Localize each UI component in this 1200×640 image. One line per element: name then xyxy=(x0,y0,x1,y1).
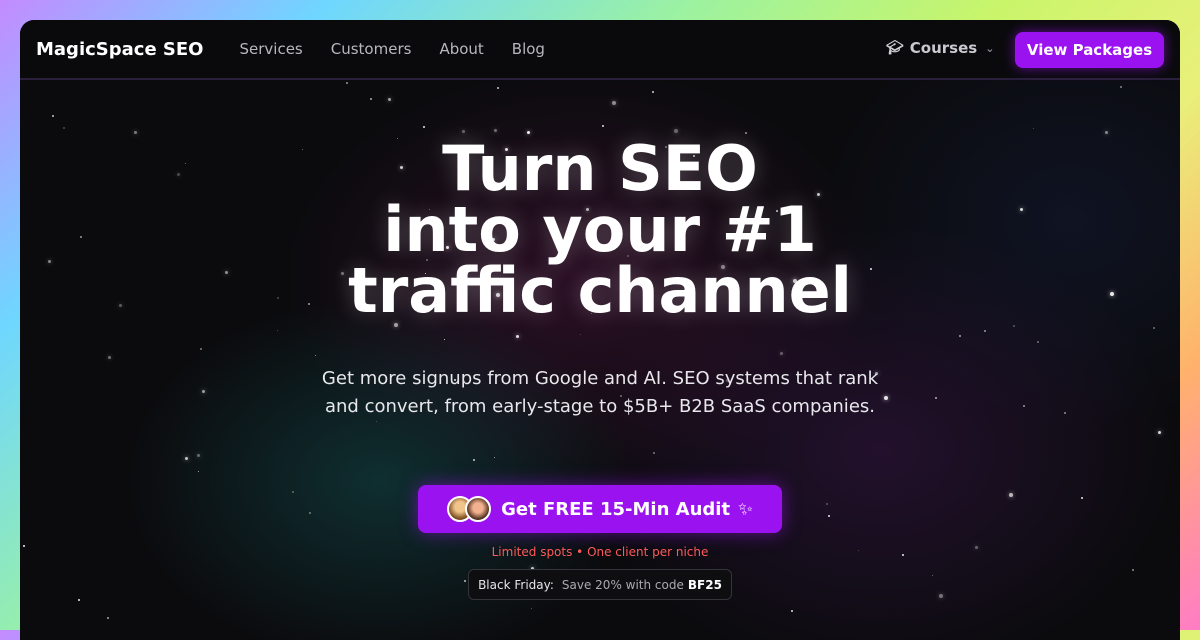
star-dot xyxy=(108,356,111,359)
view-packages-button[interactable]: View Packages xyxy=(1015,32,1164,68)
hero-title-line-2: into your #1 xyxy=(383,193,817,266)
hero-title: Turn SEO into your #1 traffic channel xyxy=(20,132,1180,327)
star-dot xyxy=(315,355,316,356)
star-dot xyxy=(202,390,205,393)
star-dot xyxy=(309,512,311,514)
sparkles-icon: ✨︎ xyxy=(738,498,753,520)
hero-title-line-1: Turn SEO xyxy=(442,132,758,205)
star-dot xyxy=(1013,325,1015,327)
top-navbar: MagicSpace SEO Services Customers About … xyxy=(20,20,1180,80)
star-dot xyxy=(197,454,200,457)
star-dot xyxy=(185,457,188,460)
black-friday-badge: Black Friday: Save 20% with code BF25 xyxy=(468,569,732,600)
star-dot xyxy=(473,459,475,461)
star-dot xyxy=(370,98,372,100)
nav-link-blog[interactable]: Blog xyxy=(512,40,545,58)
free-audit-button[interactable]: Get FREE 15-Min Audit ✨︎ xyxy=(418,485,782,533)
avatar xyxy=(465,496,492,522)
star-dot xyxy=(388,98,391,101)
star-dot xyxy=(652,91,654,93)
hero-subtitle-line-2: and convert, from early-stage to $5B+ B2… xyxy=(324,396,875,417)
star-dot xyxy=(1158,431,1161,434)
star-dot xyxy=(1033,128,1034,129)
star-dot xyxy=(612,101,616,105)
star-dot xyxy=(292,491,294,493)
star-dot xyxy=(932,575,933,576)
star-dot xyxy=(277,330,278,331)
star-dot xyxy=(935,397,937,399)
star-dot xyxy=(653,452,655,454)
star-dot xyxy=(826,503,828,505)
star-dot xyxy=(376,421,377,422)
star-dot xyxy=(497,87,499,89)
star-dot xyxy=(78,599,80,601)
star-dot xyxy=(1023,405,1025,407)
star-dot xyxy=(602,125,604,127)
nav-links: Services Customers About Blog xyxy=(225,40,558,58)
courses-label: Courses xyxy=(909,39,978,57)
star-dot xyxy=(1037,341,1039,343)
star-dot xyxy=(580,334,581,335)
graduation-cap-icon: 🎓︎ xyxy=(886,40,904,56)
nav-link-customers[interactable]: Customers xyxy=(331,40,412,58)
hero-subtitle-line-1: Get more signups from Google and AI. SEO… xyxy=(321,368,879,389)
hero-subtitle: Get more signups from Google and AI. SEO… xyxy=(300,365,900,421)
star-dot xyxy=(828,515,830,517)
star-dot xyxy=(494,457,495,458)
star-dot xyxy=(198,471,199,472)
star-dot xyxy=(1153,327,1155,329)
promo-text: Save 20% with code xyxy=(561,577,684,592)
star-dot xyxy=(1132,569,1134,571)
star-dot xyxy=(531,608,532,609)
star-dot xyxy=(516,335,519,338)
star-dot xyxy=(984,330,986,332)
star-dot xyxy=(1120,86,1122,88)
star-dot xyxy=(1105,131,1108,134)
star-dot xyxy=(939,594,943,598)
star-dot xyxy=(444,339,445,340)
limited-spots-notice: Limited spots • One client per niche xyxy=(491,545,709,559)
promo-label: Black Friday: xyxy=(478,577,554,592)
star-dot xyxy=(464,580,466,582)
star-dot xyxy=(346,82,348,84)
star-dot xyxy=(1009,493,1013,497)
star-dot xyxy=(200,348,202,350)
star-dot xyxy=(107,617,109,619)
star-dot xyxy=(791,610,793,612)
star-dot xyxy=(63,127,65,129)
star-dot xyxy=(1081,497,1083,499)
logo[interactable]: MagicSpace SEO xyxy=(36,39,203,60)
star-dot xyxy=(134,131,137,134)
nav-link-about[interactable]: About xyxy=(439,40,483,58)
nav-link-services[interactable]: Services xyxy=(239,40,302,58)
star-dot xyxy=(423,126,425,128)
chevron-down-icon: ⌄ xyxy=(985,41,995,55)
courses-dropdown[interactable]: 🎓︎ Courses ⌄ xyxy=(886,39,994,57)
star-dot xyxy=(1064,412,1066,414)
avatar-group xyxy=(447,496,492,522)
hero-title-line-3: traffic channel xyxy=(348,254,852,327)
star-dot xyxy=(780,352,783,355)
star-dot xyxy=(52,115,54,117)
free-audit-label: Get FREE 15-Min Audit xyxy=(501,498,731,520)
page-frame: MagicSpace SEO Services Customers About … xyxy=(20,20,1180,640)
promo-code: BF25 xyxy=(687,577,722,592)
star-dot xyxy=(959,335,961,337)
